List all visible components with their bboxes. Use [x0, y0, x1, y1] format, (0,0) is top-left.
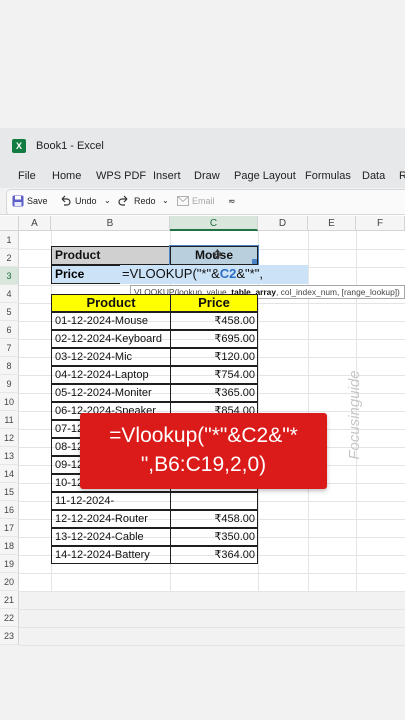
table-cell-price[interactable]: ₹754.00 — [170, 366, 258, 384]
table-header-product[interactable]: Product — [51, 294, 171, 312]
row-header-15[interactable]: 15 — [0, 483, 19, 501]
row-header-16[interactable]: 16 — [0, 501, 19, 519]
gridline-horizontal — [19, 591, 405, 592]
row-header-12[interactable]: 12 — [0, 429, 19, 447]
gridline-horizontal — [19, 645, 405, 646]
table-cell-product[interactable]: 11-12-2024- — [51, 492, 171, 510]
undo-button[interactable]: Undo — [75, 196, 97, 206]
table-cell-price[interactable]: ₹365.00 — [170, 384, 258, 402]
row-header-17[interactable]: 17 — [0, 519, 19, 537]
row-header-4[interactable]: 4 — [0, 285, 19, 303]
table-cell-price[interactable]: ₹458.00 — [170, 510, 258, 528]
column-header-c[interactable]: C — [170, 216, 258, 231]
redo-icon[interactable] — [118, 195, 130, 207]
row-header-19[interactable]: 19 — [0, 555, 19, 573]
menu-r[interactable]: R — [399, 170, 405, 182]
save-icon[interactable] — [12, 195, 24, 207]
row-header-18[interactable]: 18 — [0, 537, 19, 555]
gridline-horizontal — [19, 609, 405, 610]
column-header-f[interactable]: F — [356, 216, 405, 231]
callout-line-2: ",B6:C19,2,0) — [140, 453, 267, 476]
table-cell-product[interactable]: 02-12-2024-Keyboard — [51, 330, 171, 348]
customize-toolbar-icon[interactable]: ≂ — [228, 196, 236, 207]
row-header-22[interactable]: 22 — [0, 609, 19, 627]
row-header-3[interactable]: 3 — [0, 267, 19, 285]
formula-suffix: &"*", — [236, 266, 263, 281]
table-cell-product[interactable]: 03-12-2024-Mic — [51, 348, 171, 366]
callout-line-1: =Vlookup("*"&C2&"* — [109, 424, 298, 447]
menu-page-layout[interactable]: Page Layout — [234, 170, 296, 182]
table-cell-price[interactable]: ₹364.00 — [170, 546, 258, 564]
undo-icon[interactable] — [59, 195, 71, 207]
row-header-20[interactable]: 20 — [0, 573, 19, 591]
row-header-8[interactable]: 8 — [0, 357, 19, 375]
row-header-5[interactable]: 5 — [0, 303, 19, 321]
table-cell-product[interactable]: 04-12-2024-Laptop — [51, 366, 171, 384]
table-cell-product[interactable]: 12-12-2024-Router — [51, 510, 171, 528]
row-header-2[interactable]: 2 — [0, 249, 19, 267]
row-header-10[interactable]: 10 — [0, 393, 19, 411]
row-header-21[interactable]: 21 — [0, 591, 19, 609]
row-header-7[interactable]: 7 — [0, 339, 19, 357]
table-cell-product[interactable]: 13-12-2024-Cable — [51, 528, 171, 546]
product-label-cell[interactable]: Product — [51, 246, 170, 265]
table-cell-price[interactable]: ₹695.00 — [170, 330, 258, 348]
menu-formulas[interactable]: Formulas — [305, 170, 351, 182]
excel-logo-icon: X — [12, 139, 26, 153]
menu-draw[interactable]: Draw — [194, 170, 220, 182]
row-header-11[interactable]: 11 — [0, 411, 19, 429]
undo-dropdown-chevron-icon[interactable]: ⌄ — [104, 196, 111, 205]
row-header-9[interactable]: 9 — [0, 375, 19, 393]
table-cell-product[interactable]: 14-12-2024-Battery — [51, 546, 171, 564]
menu-home[interactable]: Home — [52, 170, 81, 182]
gridline-horizontal — [19, 627, 405, 628]
table-cell-product[interactable]: 05-12-2024-Moniter — [51, 384, 171, 402]
table-cell-price[interactable] — [170, 492, 258, 510]
formula-entry-cell[interactable]: =VLOOKUP("*"&C2&"*", — [120, 265, 308, 284]
column-header-b[interactable]: B — [51, 216, 170, 231]
menu-data[interactable]: Data — [362, 170, 385, 182]
table-cell-product[interactable]: 01-12-2024-Mouse — [51, 312, 171, 330]
row-header-23[interactable]: 23 — [0, 627, 19, 645]
formula-callout: =Vlookup("*"&C2&"* ",B6:C19,2,0) — [80, 413, 327, 489]
menu-file[interactable]: File — [18, 170, 36, 182]
formula-prefix: =VLOOKUP("*"& — [122, 266, 220, 281]
email-button[interactable]: Email — [192, 196, 215, 206]
redo-button[interactable]: Redo — [134, 196, 156, 206]
row-header-14[interactable]: 14 — [0, 465, 19, 483]
menu-insert[interactable]: Insert — [153, 170, 181, 182]
window-title: Book1 - Excel — [36, 140, 104, 152]
select-all-corner[interactable] — [0, 216, 19, 231]
row-header-1[interactable]: 1 — [0, 231, 19, 249]
column-header-a[interactable]: A — [19, 216, 51, 231]
redo-dropdown-chevron-icon[interactable]: ⌄ — [162, 196, 169, 205]
email-icon[interactable] — [177, 196, 189, 206]
move-cursor-icon: ✥ — [212, 247, 223, 262]
column-header-e[interactable]: E — [308, 216, 356, 231]
menu-wps-pdf[interactable]: WPS PDF — [96, 170, 146, 182]
formula-cell-reference: C2 — [219, 266, 237, 281]
gridline-horizontal — [19, 573, 405, 574]
column-header-d[interactable]: D — [258, 216, 308, 231]
empty-area — [0, 592, 405, 720]
table-cell-price[interactable]: ₹120.00 — [170, 348, 258, 366]
save-button[interactable]: Save — [27, 196, 48, 206]
row-header-6[interactable]: 6 — [0, 321, 19, 339]
table-header-price[interactable]: Price — [170, 294, 258, 312]
table-cell-price[interactable]: ₹350.00 — [170, 528, 258, 546]
tooltip-remaining-args: , col_index_num, [range_lookup]) — [276, 287, 400, 297]
row-header-13[interactable]: 13 — [0, 447, 19, 465]
watermark: Focusinguide — [346, 370, 363, 460]
table-cell-price[interactable]: ₹458.00 — [170, 312, 258, 330]
fill-handle[interactable] — [252, 259, 257, 264]
